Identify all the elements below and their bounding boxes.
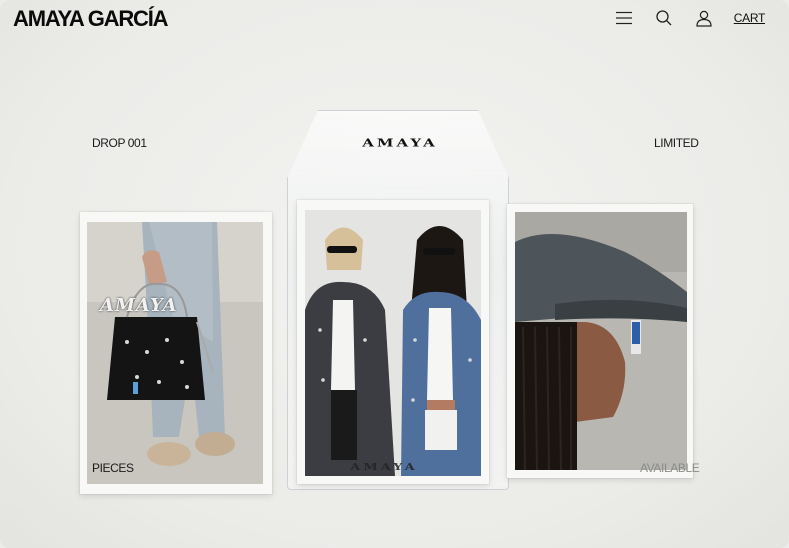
user-icon[interactable] — [694, 8, 714, 28]
right-card[interactable] — [507, 204, 693, 478]
brand-logo[interactable]: AMAYA GARCÍA — [13, 6, 168, 32]
label-available: AVAILABLE — [640, 461, 700, 475]
left-card-photo — [87, 222, 263, 484]
bag-logo: AMAYA — [362, 136, 438, 150]
label-drop: DROP 001 — [92, 136, 147, 150]
label-limited: LIMITED — [654, 136, 699, 150]
right-card-photo — [515, 212, 687, 470]
label-pieces: PIECES — [92, 461, 134, 475]
left-card-overlay-text: AMAYA — [100, 295, 178, 316]
menu-icon[interactable] — [614, 8, 634, 28]
cart-link[interactable]: CART — [734, 11, 766, 25]
models-photo-illustration — [305, 210, 481, 476]
center-card-photo — [305, 210, 481, 476]
page: AMAYA GARCÍA CART DROP 001 LIMITED AMAYA… — [0, 0, 789, 548]
cap-portrait-illustration — [515, 212, 687, 470]
bag-photo-illustration — [87, 222, 263, 484]
header-nav: CART — [614, 8, 765, 28]
bag-bottom-logo: AMAYA — [350, 462, 418, 473]
center-card[interactable] — [297, 200, 489, 484]
search-icon[interactable] — [654, 8, 674, 28]
left-card[interactable]: AMAYA — [80, 212, 272, 494]
